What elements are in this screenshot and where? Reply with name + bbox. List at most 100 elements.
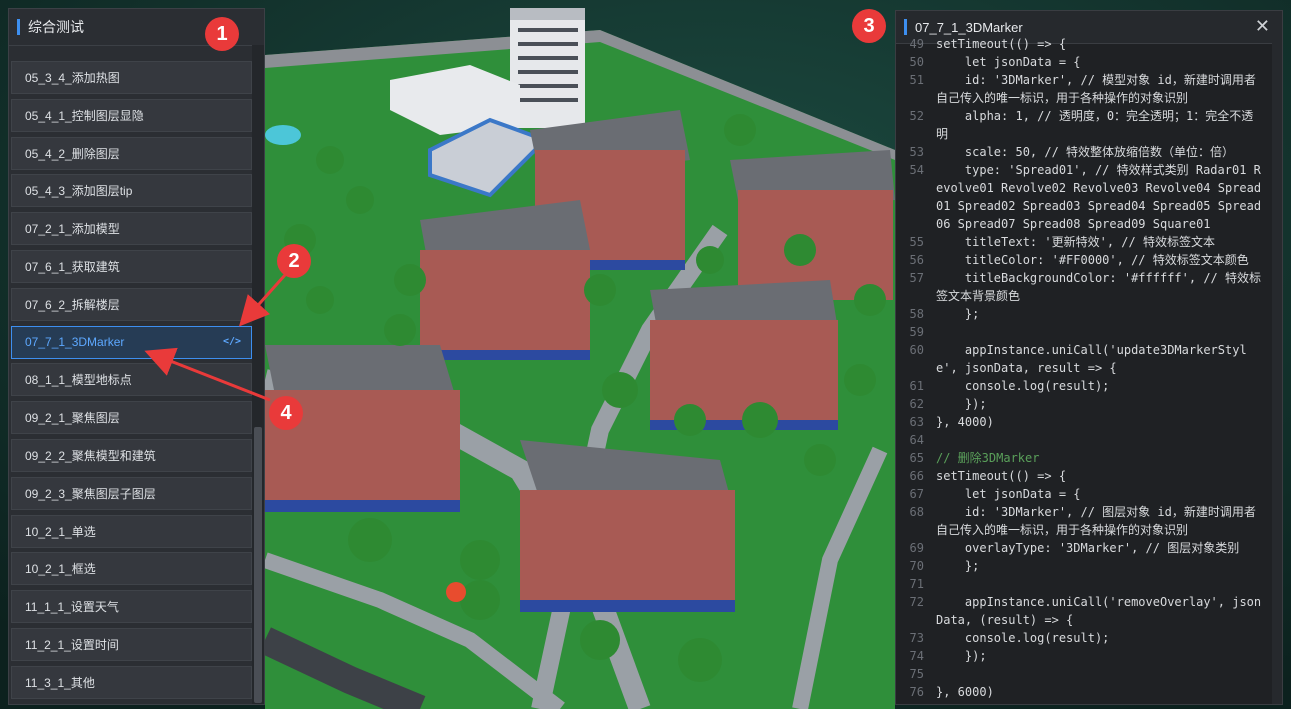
line-number: 70	[909, 559, 924, 573]
list-item-label: 05_4_3_添加图层tip	[25, 184, 133, 199]
line-number: 72	[909, 595, 924, 609]
list-item[interactable]: 05_4_2_删除图层	[11, 136, 252, 170]
code-line: 56 titleColor: '#FF0000', // 特效标签文本颜色	[896, 251, 1272, 269]
list-item[interactable]: 09_2_3_聚焦图层子图层	[11, 476, 252, 510]
code-text: overlayType: '3DMarker', // 图层对象类别	[936, 541, 1240, 555]
code-text: };	[936, 559, 980, 573]
line-number: 71	[909, 577, 924, 591]
code-text: };	[936, 307, 980, 321]
annotation-marker-1: 1	[205, 17, 239, 51]
line-number: 73	[909, 631, 924, 645]
list-item[interactable]: 09_2_1_聚焦图层	[11, 401, 252, 435]
code-line: 57 titleBackgroundColor: '#ffffff', // 特…	[896, 269, 1272, 305]
list-item-label: 10_2_1_框选	[25, 562, 96, 577]
code-icon[interactable]: </>	[223, 336, 241, 347]
list-item-label: 11_2_1_设置时间	[25, 637, 119, 652]
scrollbar[interactable]	[1272, 43, 1282, 704]
list-item-selected[interactable]: 07_7_1_3DMarker </>	[11, 325, 252, 359]
close-icon[interactable]: ✕	[1255, 17, 1270, 35]
line-number: 55	[909, 235, 924, 249]
code-line: 75	[896, 665, 1272, 683]
list-item[interactable]: 10_2_1_框选	[11, 552, 252, 586]
list-item[interactable]: 08_1_1_模型地标点	[11, 363, 252, 397]
annotation-marker-3: 3	[852, 9, 886, 43]
list-item-label: 10_2_1_单选	[25, 524, 96, 539]
scrollbar[interactable]	[252, 45, 264, 704]
code-text: console.log(result);	[936, 379, 1110, 393]
line-number: 62	[909, 397, 924, 411]
line-number: 60	[909, 343, 924, 357]
list-item[interactable]: 11_3_1_其他	[11, 665, 252, 699]
list-item-label: 07_6_1_获取建筑	[25, 259, 120, 274]
code-text: appInstance.uniCall('removeOverlay', jso…	[936, 595, 1262, 627]
code-line: 76 }, 6000)	[896, 683, 1272, 701]
line-number: 75	[909, 667, 924, 681]
code-text: alpha: 1, // 透明度，0：完全透明；1：完全不透明	[936, 109, 1254, 141]
code-text: }, 4000)	[936, 415, 994, 429]
code-line: 74 });	[896, 647, 1272, 665]
line-number: 58	[909, 307, 924, 321]
line-number: 63	[909, 415, 924, 429]
code-text: let jsonData = {	[936, 55, 1081, 69]
code-line: 71	[896, 575, 1272, 593]
line-number: 50	[909, 55, 924, 69]
scrollbar-thumb[interactable]	[254, 427, 262, 703]
code-text: }, 6000)	[936, 685, 994, 699]
code-line: 54 type: 'Spread01', // 特效样式类别 Radar01 R…	[896, 161, 1272, 233]
code-text: type: 'Spread01', // 特效样式类别 Radar01 Revo…	[936, 163, 1262, 231]
list-item[interactable]: 11_1_1_设置天气	[11, 590, 252, 624]
code-line: 72 appInstance.uniCall('removeOverlay', …	[896, 593, 1272, 629]
code-line: 65 // 删除3DMarker	[896, 449, 1272, 467]
list-item[interactable]: 07_2_1_添加模型	[11, 212, 252, 246]
code-text: id: '3DMarker', // 模型对象 id，新建时调用者自己传入的唯一…	[936, 73, 1256, 105]
line-number: 51	[909, 73, 924, 87]
code-editor[interactable]: 49 setTimeout(() => {50 let jsonData = {5…	[896, 35, 1272, 704]
code-line: 61 console.log(result);	[896, 377, 1272, 395]
code-text: scale: 50, // 特效整体放缩倍数（单位：倍）	[936, 145, 1235, 159]
line-number: 54	[909, 163, 924, 177]
code-line: 50 let jsonData = {	[896, 53, 1272, 71]
list-item[interactable]: 05_3_4_添加热图	[11, 61, 252, 94]
code-line: 69 overlayType: '3DMarker', // 图层对象类别	[896, 539, 1272, 557]
line-number: 61	[909, 379, 924, 393]
code-line: 70 };	[896, 557, 1272, 575]
line-number: 53	[909, 145, 924, 159]
list-item[interactable]: 10_2_1_单选	[11, 514, 252, 548]
line-number: 56	[909, 253, 924, 267]
line-number: 68	[909, 505, 924, 519]
list-item-label: 05_4_1_控制图层显隐	[25, 108, 144, 123]
list-item[interactable]: 07_6_2_拆解楼层	[11, 287, 252, 321]
list-item-label: 11_1_1_设置天气	[25, 600, 119, 615]
code-line: 64	[896, 431, 1272, 449]
list-item-label: 07_7_1_3DMarker	[25, 335, 125, 350]
code-text: console.log(result);	[936, 631, 1110, 645]
list-item[interactable]: 11_2_1_设置时间	[11, 627, 252, 661]
list-item-label: 07_2_1_添加模型	[25, 222, 120, 237]
code-line: 67 let jsonData = {	[896, 485, 1272, 503]
accent-bar	[17, 19, 20, 35]
list-item[interactable]: 09_2_2_聚焦模型和建筑	[11, 438, 252, 472]
line-number: 69	[909, 541, 924, 555]
line-number: 59	[909, 325, 924, 339]
line-number: 76	[909, 685, 924, 699]
line-number: 64	[909, 433, 924, 447]
code-line: 53 scale: 50, // 特效整体放缩倍数（单位：倍）	[896, 143, 1272, 161]
code-text: titleColor: '#FF0000', // 特效标签文本颜色	[936, 253, 1249, 267]
line-number: 67	[909, 487, 924, 501]
list-item-label: 09_2_2_聚焦模型和建筑	[25, 448, 156, 463]
list-item[interactable]: 07_6_1_获取建筑	[11, 249, 252, 283]
line-number: 66	[909, 469, 924, 483]
code-line: 73 console.log(result);	[896, 629, 1272, 647]
code-line: 51 id: '3DMarker', // 模型对象 id，新建时调用者自己传入…	[896, 71, 1272, 107]
line-number: 65	[909, 451, 924, 465]
code-text: // 删除3DMarker	[936, 451, 1040, 465]
code-viewer-panel: 07_7_1_3DMarker ✕ 49 setTimeout(() => {50…	[895, 10, 1283, 705]
line-number: 52	[909, 109, 924, 123]
list-item[interactable]: 05_4_1_控制图层显隐	[11, 98, 252, 132]
code-text: titleText: '更新特效', // 特效标签文本	[936, 235, 1215, 249]
list-item[interactable]: 05_4_3_添加图层tip	[11, 174, 252, 208]
test-case-list: 05_3_4_添加热图 05_4_1_控制图层显隐 05_4_2_删除图层 05…	[9, 61, 252, 704]
code-text: let jsonData = {	[936, 487, 1081, 501]
code-line: 55 titleText: '更新特效', // 特效标签文本	[896, 233, 1272, 251]
